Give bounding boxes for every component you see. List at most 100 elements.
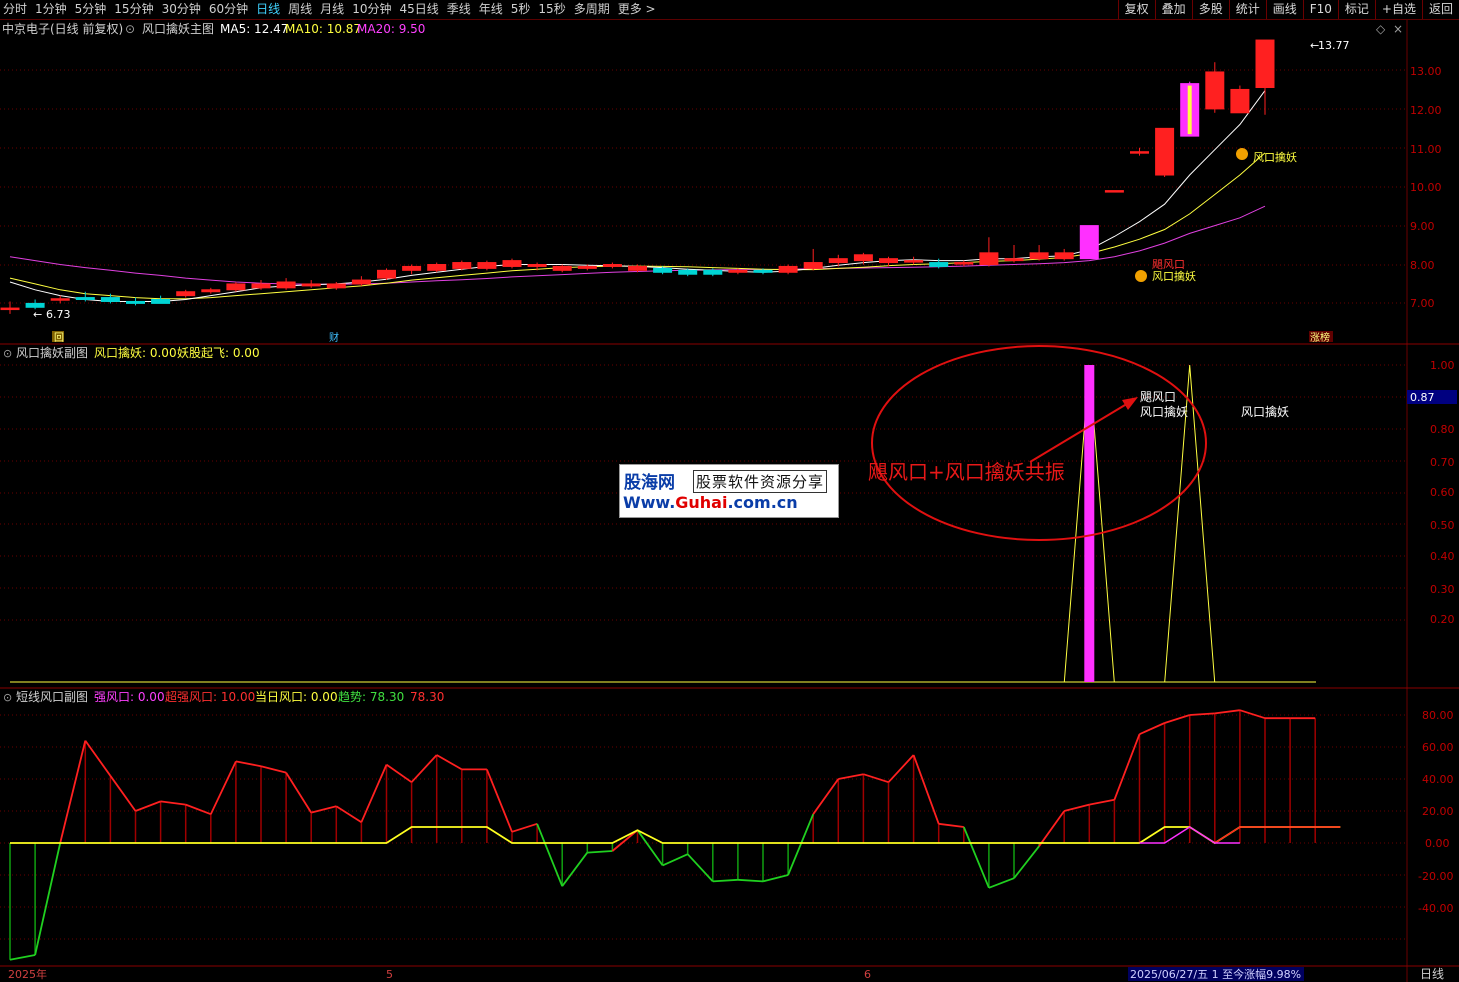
candle-body — [1205, 71, 1225, 110]
trend-line — [1113, 733, 1141, 801]
candle-body — [954, 262, 974, 265]
trend-line — [962, 826, 990, 889]
axis-tick: 0.50 — [1430, 519, 1455, 532]
candle — [1230, 85, 1250, 114]
chevron-down-icon[interactable]: ⊙ — [3, 347, 12, 360]
candle-body — [753, 269, 773, 273]
candle-body — [201, 289, 221, 293]
current-value-label: 0.87 — [1410, 391, 1435, 404]
chevron-down-icon[interactable]: ⊙ — [3, 691, 12, 704]
annotation-fengkou-qinyao-1: 风口擒妖 — [1152, 269, 1196, 283]
trend-line — [1063, 803, 1090, 812]
price-low-label: 6.73 — [46, 308, 71, 321]
candle-body — [50, 298, 70, 301]
watermark-slogan: 股票软件资源分享 — [693, 470, 828, 493]
axis-tick: -20.00 — [1418, 870, 1453, 883]
candle-body — [1130, 151, 1149, 154]
candle-body — [803, 262, 823, 269]
candle-body — [653, 267, 673, 273]
sub2-label-qushi-2: 78.30 — [410, 690, 444, 704]
sub1-label-b: 妖股起飞: 0.00 — [177, 346, 260, 360]
candle-body — [377, 269, 396, 279]
status-text: 2025/06/27/五 1 至今涨幅9.98% — [1130, 967, 1301, 981]
trend-line — [1013, 845, 1040, 879]
sub2-label-chaoqiang: 超强风口: 10.00 — [165, 689, 255, 704]
candle-body — [853, 254, 873, 262]
candle — [477, 260, 497, 271]
cai-marker[interactable]: 财 — [329, 331, 339, 344]
sub1-title[interactable]: 风口擒妖副图 — [16, 345, 88, 360]
close-icon[interactable]: × — [1393, 22, 1403, 36]
trend-line — [135, 800, 161, 812]
period-label[interactable]: 日线 — [1420, 967, 1444, 981]
candle-body — [1155, 127, 1175, 176]
trend-line — [335, 805, 362, 823]
trend-line — [863, 773, 889, 784]
trend-line — [1189, 712, 1215, 716]
trend-line — [687, 853, 714, 883]
candle-inner — [1187, 85, 1192, 135]
candle-body — [126, 300, 145, 304]
candle-body — [879, 258, 898, 264]
axis-tick: 0.70 — [1430, 456, 1455, 469]
main-indicator-name[interactable]: 风口擒妖主图 — [142, 21, 214, 36]
trend-line — [185, 803, 212, 816]
zhangting-marker[interactable]: 涨榜 — [1310, 331, 1330, 344]
hui-marker[interactable]: 回 — [54, 332, 64, 344]
trend-line — [209, 761, 237, 815]
trend-line — [1089, 798, 1115, 806]
chevron-down-icon[interactable]: ⊙ — [125, 22, 135, 36]
trend-line — [737, 878, 764, 883]
candle — [853, 252, 873, 265]
candle — [502, 258, 522, 269]
candle — [151, 295, 171, 304]
ma20-line — [9, 205, 1266, 285]
trend-line — [636, 829, 664, 866]
arrow-left-icon: ← — [33, 308, 42, 321]
axis-tick: 12.00 — [1410, 104, 1442, 117]
ma20-label: MA20: 9.50 — [357, 22, 425, 36]
candle-body — [678, 269, 698, 275]
ma10-label: MA10: 10.87 — [285, 22, 361, 36]
trend-line — [360, 764, 388, 823]
trend-line — [1214, 709, 1241, 715]
candle-body — [979, 252, 999, 266]
candle-body — [1029, 252, 1049, 260]
candle-body — [929, 262, 949, 267]
sub2-title[interactable]: 短线风口副图 — [16, 690, 88, 704]
trend-line — [410, 754, 438, 783]
trend-line — [235, 760, 262, 768]
watermark: 股海网 股票软件资源分享 Www.Guhai.com.cn — [619, 464, 839, 518]
candle-body — [477, 262, 497, 269]
watermark-brand: 股海网 — [624, 473, 675, 493]
candle — [301, 280, 321, 288]
trend-line — [887, 754, 915, 783]
candle-body — [151, 299, 171, 304]
sub1-annotation-qinyao-1: 风口擒妖 — [1140, 404, 1188, 419]
candle — [1079, 225, 1099, 260]
diamond-icon[interactable]: ◇ — [1376, 22, 1386, 36]
candle-body — [326, 283, 346, 289]
trend-line — [912, 754, 940, 825]
annotation-fengkou-qinyao-2: 风口擒妖 — [1253, 150, 1297, 164]
trend-line — [536, 823, 564, 887]
candle-body — [778, 265, 798, 273]
candle-body — [75, 297, 95, 301]
callout-ellipse — [871, 345, 1207, 541]
trend-line — [59, 740, 87, 844]
date-axis-month-6: 6 — [864, 968, 871, 981]
trend-line — [84, 740, 112, 777]
sub2-label-qiang: 强风口: 0.00 — [94, 690, 165, 704]
sub1-annotation-qinyao-2: 风口擒妖 — [1241, 404, 1289, 419]
callout-arrowhead — [1122, 397, 1138, 410]
sub2-label-qushi: 趋势: 78.30 — [338, 690, 404, 704]
candle-body — [402, 265, 422, 271]
money-bag-icon — [1236, 148, 1248, 160]
trend-line — [285, 772, 312, 814]
candle — [1255, 39, 1275, 115]
candle — [1155, 127, 1175, 177]
money-bag-icon — [1135, 270, 1147, 282]
trend-line — [109, 775, 137, 812]
callout-arrow — [1029, 401, 1131, 463]
candle-body — [1230, 88, 1250, 114]
